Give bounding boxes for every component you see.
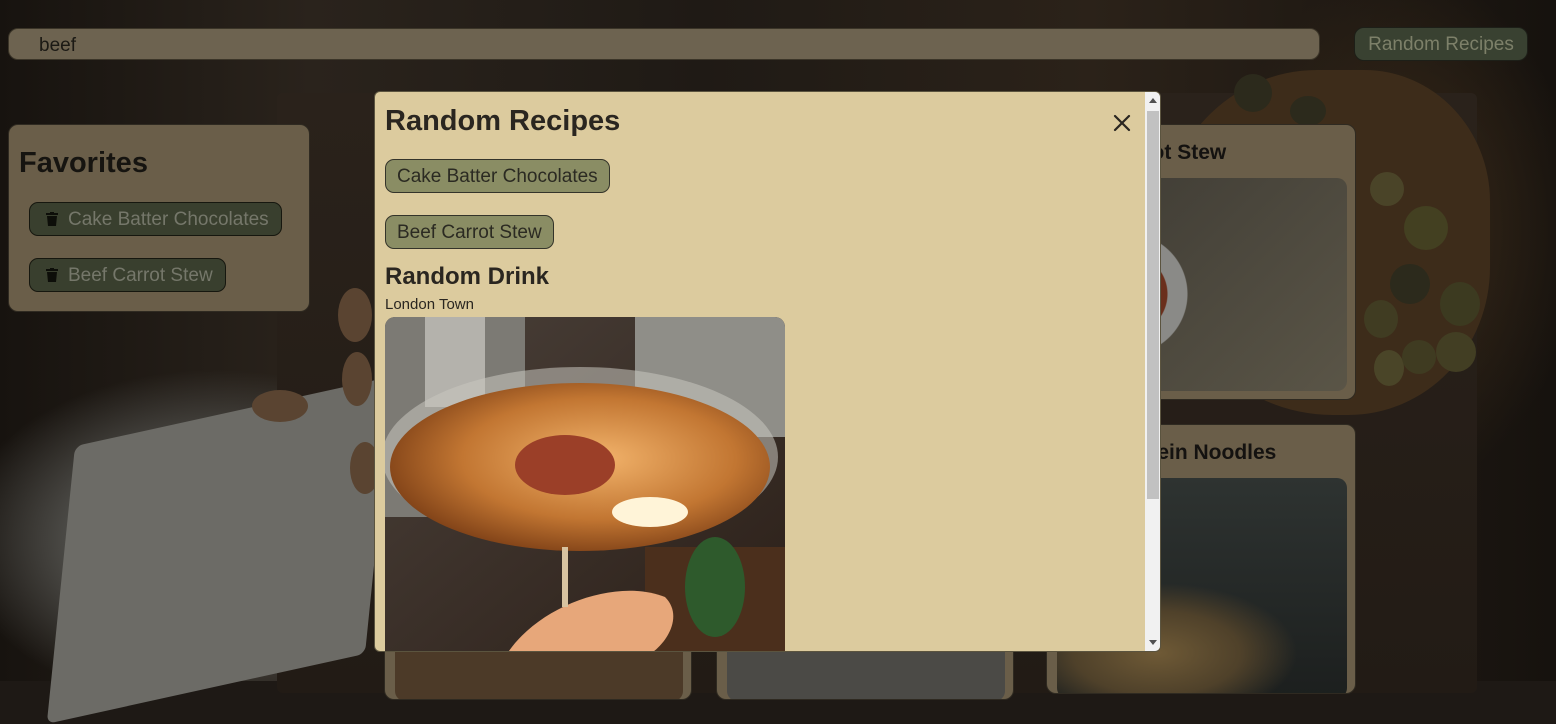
olive-decoration [1234,74,1272,112]
scrollbar-thumb[interactable] [1147,111,1159,499]
olive-decoration [1404,206,1448,250]
random-recipes-button[interactable]: Random Recipes [1354,27,1528,61]
trash-icon[interactable] [46,268,58,282]
olive-decoration [1374,350,1404,386]
scroll-down-icon[interactable] [1149,640,1157,645]
favorites-title: Favorites [19,147,148,179]
favorite-item-cake-batter-chocolates[interactable]: Cake Batter Chocolates [29,202,282,236]
favorite-item-label: Beef Carrot Stew [68,265,213,286]
olive-decoration [1364,300,1398,338]
almond-decoration [252,390,308,422]
olive-decoration [1440,282,1480,326]
olive-decoration [1370,172,1404,206]
favorites-panel: Favorites Cake Batter Chocolates Beef Ca… [8,124,310,312]
favorite-item-label: Cake Batter Chocolates [68,209,269,230]
almond-decoration [342,352,372,406]
modal-title: Random Recipes [385,105,621,137]
modal-scrollbar[interactable] [1145,92,1160,651]
almond-decoration [338,288,372,342]
close-icon[interactable] [1111,112,1133,134]
scroll-up-icon[interactable] [1149,98,1157,103]
drink-name: London Town [385,296,474,313]
favorite-item-beef-carrot-stew[interactable]: Beef Carrot Stew [29,258,226,292]
olive-decoration [1436,332,1476,372]
trash-icon[interactable] [46,212,58,226]
random-recipe-button[interactable]: Cake Batter Chocolates [385,159,610,193]
olive-decoration [1390,264,1430,304]
random-recipe-button[interactable]: Beef Carrot Stew [385,215,554,249]
olive-decoration [1402,340,1436,374]
olive-decoration [1290,96,1326,126]
random-drink-heading: Random Drink [385,263,550,290]
search-input[interactable]: beef [8,28,1320,60]
drink-image [385,317,785,651]
random-recipes-modal: Random Recipes Cake Batter Chocolates Be… [374,91,1161,652]
